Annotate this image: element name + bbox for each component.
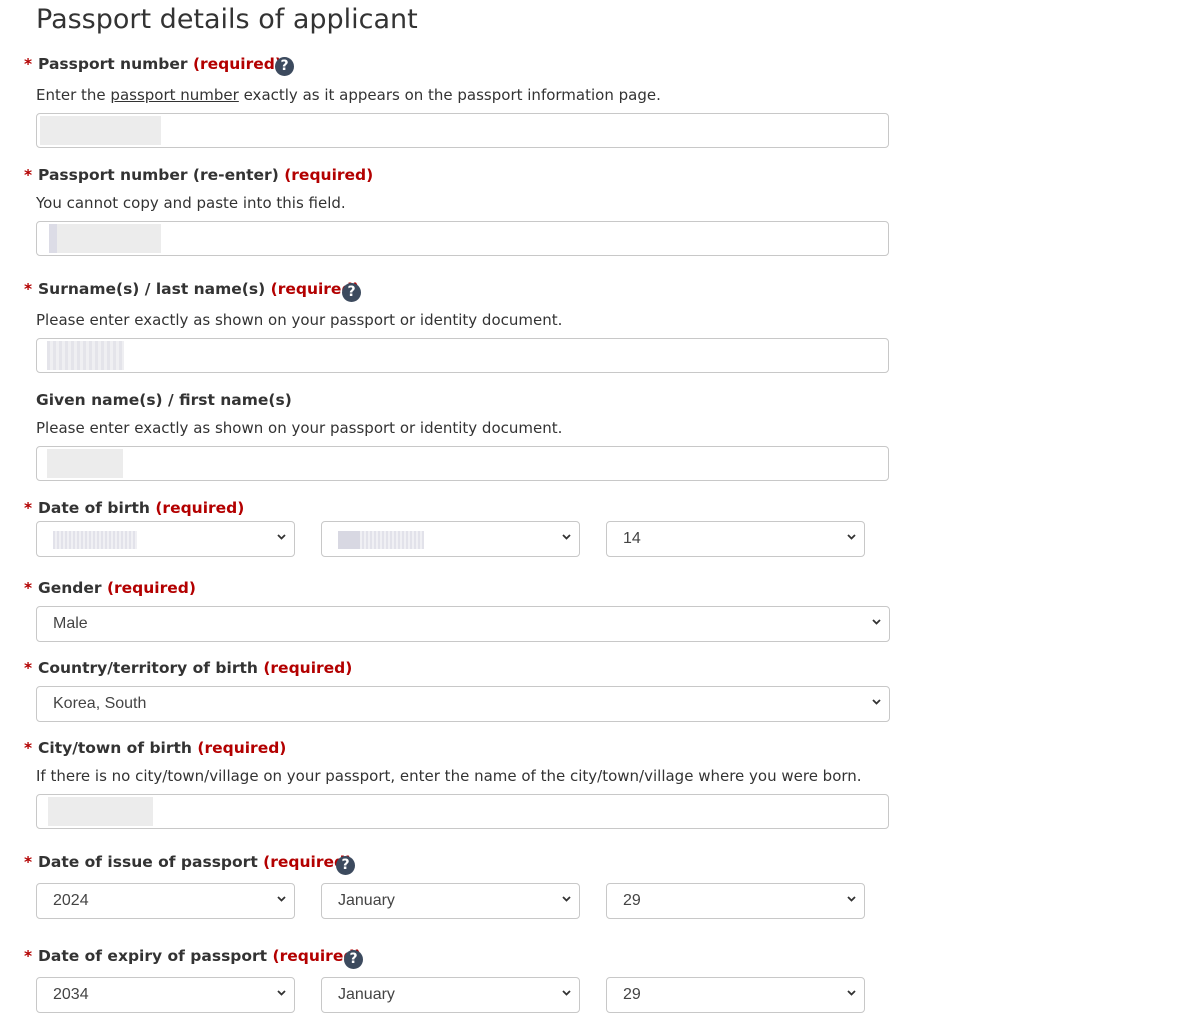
label-text: Date of expiry of passport [38,947,268,965]
redacted-value [47,341,124,370]
required-text: (required) [284,166,374,184]
issue-day-select[interactable]: 29 [606,883,865,919]
surname-label: Surname(s) / last name(s) (required) [38,280,360,298]
help-icon[interactable]: ? [344,950,363,969]
chevron-down-icon [872,698,881,706]
city-birth-hint: If there is no city/town/village on your… [36,767,862,785]
required-text: (required) [155,499,245,517]
required-marker: * [24,853,33,871]
label-text: Passport number (re-enter) [38,166,279,184]
passport-reenter-input[interactable] [36,221,889,256]
required-text: (required) [192,55,282,73]
selected-value: 14 [623,530,641,547]
page-title: Passport details of applicant [36,4,418,35]
required-marker: * [24,659,33,677]
help-icon[interactable]: ? [336,856,355,875]
passport-reenter-label: Passport number (re-enter) (required) [38,166,373,184]
surname-hint: Please enter exactly as shown on your pa… [36,311,563,329]
city-birth-input[interactable] [36,794,889,829]
redacted-value [47,449,123,478]
required-marker: * [24,579,33,597]
issue-year-select[interactable]: 2024 [36,883,295,919]
chevron-down-icon [562,895,571,903]
given-names-input[interactable] [36,446,889,481]
chevron-down-icon [277,533,286,541]
expiry-month-select[interactable]: January [321,977,580,1013]
required-marker: * [24,55,33,73]
dob-label: Date of birth (required) [38,499,244,517]
label-text: Passport number [38,55,188,73]
passport-number-hint: Enter the passport number exactly as it … [36,86,661,104]
chevron-down-icon [562,533,571,541]
chevron-down-icon [277,989,286,997]
required-text: (required) [197,739,287,757]
given-names-label: Given name(s) / first name(s) [36,391,292,409]
country-birth-label: Country/territory of birth (required) [38,659,352,677]
hint-text-before: Enter the [36,86,111,104]
label-text: Gender [38,579,102,597]
dob-year-select[interactable] [36,521,295,557]
selected-value: 2024 [53,892,89,909]
chevron-down-icon [847,533,856,541]
gender-label: Gender (required) [38,579,196,597]
help-icon[interactable]: ? [275,57,294,76]
label-text: Date of birth [38,499,150,517]
hint-text-after: exactly as it appears on the passport in… [238,86,661,104]
selected-value: 29 [623,892,641,909]
issue-month-select[interactable]: January [321,883,580,919]
gender-select[interactable]: Male [36,606,890,642]
required-marker: * [24,499,33,517]
required-text: (required) [263,659,353,677]
surname-input[interactable] [36,338,889,373]
label-text: City/town of birth [38,739,192,757]
selected-value: January [338,986,395,1003]
required-marker: * [24,166,33,184]
passport-number-link[interactable]: passport number [110,86,238,104]
required-marker: * [24,280,33,298]
city-birth-label: City/town of birth (required) [38,739,286,757]
label-text: Surname(s) / last name(s) [38,280,266,298]
expiry-date-label: Date of expiry of passport (required) [38,947,362,965]
chevron-down-icon [872,618,881,626]
selected-value: January [338,892,395,909]
chevron-down-icon [562,989,571,997]
given-names-hint: Please enter exactly as shown on your pa… [36,419,563,437]
country-birth-select[interactable]: Korea, South [36,686,890,722]
chevron-down-icon [847,895,856,903]
issue-date-label: Date of issue of passport (required) [38,853,352,871]
required-marker: * [24,947,33,965]
selected-value: 2034 [53,986,89,1003]
required-marker: * [24,739,33,757]
passport-number-label: Passport number (required) [38,55,282,73]
redacted-value [49,224,161,253]
selected-value: Male [53,615,88,632]
required-text: (required) [106,579,196,597]
chevron-down-icon [847,989,856,997]
redacted-value [53,531,137,549]
dob-day-select[interactable]: 14 [606,521,865,557]
label-text: Date of issue of passport [38,853,258,871]
selected-value: Korea, South [53,695,147,712]
label-text: Country/territory of birth [38,659,258,677]
expiry-day-select[interactable]: 29 [606,977,865,1013]
help-icon[interactable]: ? [342,283,361,302]
expiry-year-select[interactable]: 2034 [36,977,295,1013]
passport-number-input[interactable] [36,113,889,148]
passport-reenter-hint: You cannot copy and paste into this fiel… [36,194,346,212]
redacted-value [48,797,153,826]
redacted-value [338,531,424,549]
dob-month-select[interactable] [321,521,580,557]
chevron-down-icon [277,895,286,903]
redacted-value [40,116,161,145]
selected-value: 29 [623,986,641,1003]
